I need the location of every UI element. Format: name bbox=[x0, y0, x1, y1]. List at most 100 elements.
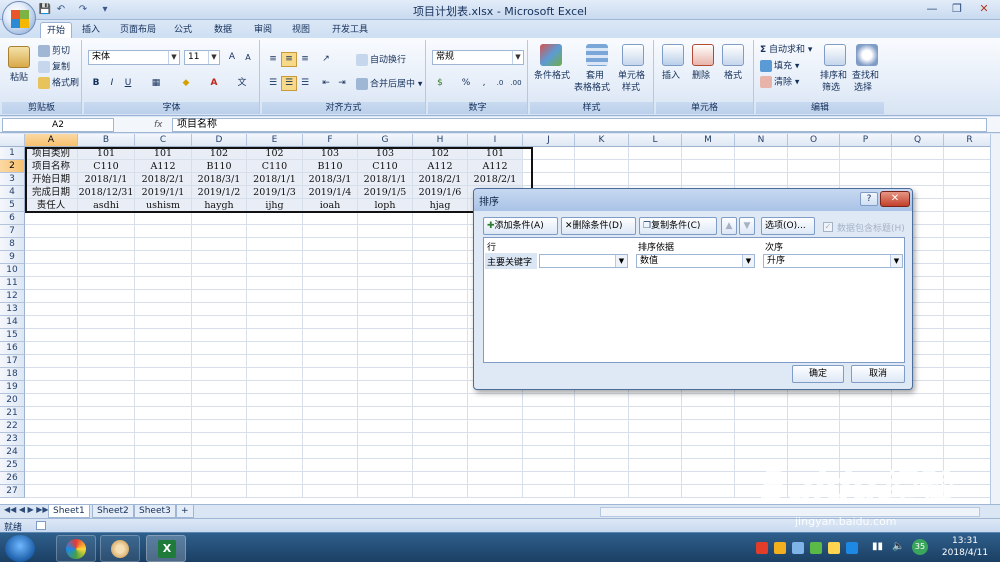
row-header[interactable]: 25 bbox=[0, 459, 25, 472]
cell[interactable] bbox=[303, 342, 358, 355]
move-down-button[interactable]: ▼ bbox=[739, 217, 755, 235]
cell[interactable] bbox=[840, 394, 892, 407]
cell[interactable] bbox=[192, 446, 247, 459]
cell[interactable] bbox=[413, 342, 468, 355]
cell[interactable] bbox=[78, 355, 135, 368]
cell[interactable] bbox=[247, 329, 303, 342]
dialog-title-bar[interactable]: 排序 ? ✕ bbox=[474, 189, 912, 211]
cell[interactable] bbox=[78, 251, 135, 264]
sort-on-combo[interactable]: 数值 ▼ bbox=[636, 254, 755, 268]
cell[interactable] bbox=[25, 251, 78, 264]
cell[interactable]: 103 bbox=[358, 147, 413, 160]
align-right-icon[interactable]: ☰ bbox=[297, 76, 313, 91]
volume-icon[interactable]: 🔈 bbox=[892, 541, 904, 552]
cell[interactable] bbox=[629, 446, 682, 459]
cell[interactable] bbox=[735, 420, 788, 433]
cell[interactable] bbox=[682, 147, 735, 160]
insert-sheet-icon[interactable]: + bbox=[176, 505, 194, 518]
column-header[interactable]: F bbox=[303, 134, 358, 147]
cell[interactable] bbox=[247, 316, 303, 329]
row-header[interactable]: 15 bbox=[0, 329, 25, 342]
cell[interactable] bbox=[247, 420, 303, 433]
cell[interactable] bbox=[944, 407, 990, 420]
cell[interactable] bbox=[192, 342, 247, 355]
cell[interactable] bbox=[944, 147, 990, 160]
cell[interactable]: 开始日期 bbox=[25, 173, 78, 186]
cell[interactable]: loph bbox=[358, 199, 413, 212]
cell[interactable] bbox=[840, 407, 892, 420]
formula-input[interactable]: 项目名称 bbox=[172, 118, 987, 132]
cell[interactable] bbox=[944, 160, 990, 173]
cell[interactable] bbox=[629, 160, 682, 173]
cell[interactable] bbox=[413, 394, 468, 407]
tray-app-icon[interactable] bbox=[774, 542, 786, 554]
column-header[interactable]: E bbox=[247, 134, 303, 147]
tab-review[interactable]: 审阅 bbox=[248, 22, 278, 38]
cell[interactable] bbox=[413, 290, 468, 303]
cell[interactable]: asdhi bbox=[78, 199, 135, 212]
cell[interactable]: 2018/1/1 bbox=[358, 173, 413, 186]
cell[interactable] bbox=[192, 303, 247, 316]
font-name-combo[interactable]: 宋体 ▼ bbox=[88, 50, 180, 65]
cell[interactable] bbox=[78, 485, 135, 498]
cell[interactable] bbox=[303, 446, 358, 459]
cell[interactable] bbox=[358, 212, 413, 225]
cell[interactable] bbox=[247, 264, 303, 277]
cell[interactable] bbox=[247, 355, 303, 368]
row-header[interactable]: 14 bbox=[0, 316, 25, 329]
cell[interactable] bbox=[247, 290, 303, 303]
cell[interactable] bbox=[303, 277, 358, 290]
cell[interactable] bbox=[192, 381, 247, 394]
cell[interactable] bbox=[247, 277, 303, 290]
cell[interactable] bbox=[413, 472, 468, 485]
cell[interactable]: 2019/1/6 bbox=[413, 186, 468, 199]
cell[interactable] bbox=[247, 225, 303, 238]
cell[interactable]: 2018/12/31 bbox=[78, 186, 135, 199]
move-up-button[interactable]: ▲ bbox=[721, 217, 737, 235]
row-header[interactable]: 22 bbox=[0, 420, 25, 433]
cell[interactable]: ushism bbox=[135, 199, 192, 212]
cell[interactable] bbox=[25, 329, 78, 342]
cell[interactable] bbox=[25, 472, 78, 485]
cell[interactable] bbox=[944, 368, 990, 381]
sort-filter-line1[interactable]: 排序和 bbox=[820, 70, 847, 82]
row-header[interactable]: 20 bbox=[0, 394, 25, 407]
cell[interactable] bbox=[358, 251, 413, 264]
cell[interactable] bbox=[892, 147, 944, 160]
cancel-button[interactable]: 取消 bbox=[851, 365, 905, 383]
cell[interactable] bbox=[25, 459, 78, 472]
cell[interactable] bbox=[735, 433, 788, 446]
cell[interactable] bbox=[840, 433, 892, 446]
cell[interactable] bbox=[735, 394, 788, 407]
cell[interactable] bbox=[247, 459, 303, 472]
cell[interactable]: 2018/2/1 bbox=[413, 173, 468, 186]
cell[interactable] bbox=[944, 342, 990, 355]
cell[interactable] bbox=[192, 394, 247, 407]
cell[interactable] bbox=[575, 407, 629, 420]
paste-button[interactable]: 粘贴 bbox=[10, 72, 28, 84]
cell[interactable]: A112 bbox=[413, 160, 468, 173]
tab-view[interactable]: 视图 bbox=[286, 22, 316, 38]
column-header[interactable]: Q bbox=[892, 134, 944, 147]
restore-button[interactable]: ❐ bbox=[945, 1, 969, 17]
cell[interactable] bbox=[358, 290, 413, 303]
row-header[interactable]: 24 bbox=[0, 446, 25, 459]
cell[interactable] bbox=[944, 381, 990, 394]
cell[interactable] bbox=[135, 212, 192, 225]
merge-center-button[interactable]: 合并后居中 ▾ bbox=[356, 78, 422, 91]
format-table-line2[interactable]: 表格格式 bbox=[574, 82, 610, 94]
cell[interactable] bbox=[413, 446, 468, 459]
column-header[interactable]: D bbox=[192, 134, 247, 147]
cell[interactable] bbox=[303, 329, 358, 342]
cell[interactable] bbox=[25, 316, 78, 329]
cell[interactable] bbox=[247, 342, 303, 355]
cell[interactable] bbox=[788, 394, 840, 407]
cell[interactable] bbox=[135, 238, 192, 251]
sheet-nav-arrows-icon[interactable]: ◀◀ ◀ ▶ ▶▶ bbox=[4, 505, 49, 514]
cell-styles-line1[interactable]: 单元格 bbox=[618, 70, 645, 82]
cell[interactable] bbox=[303, 212, 358, 225]
cell[interactable] bbox=[735, 160, 788, 173]
network-icon[interactable]: ▮▮ bbox=[872, 541, 883, 552]
row-header[interactable]: 8 bbox=[0, 238, 25, 251]
cell[interactable] bbox=[358, 355, 413, 368]
